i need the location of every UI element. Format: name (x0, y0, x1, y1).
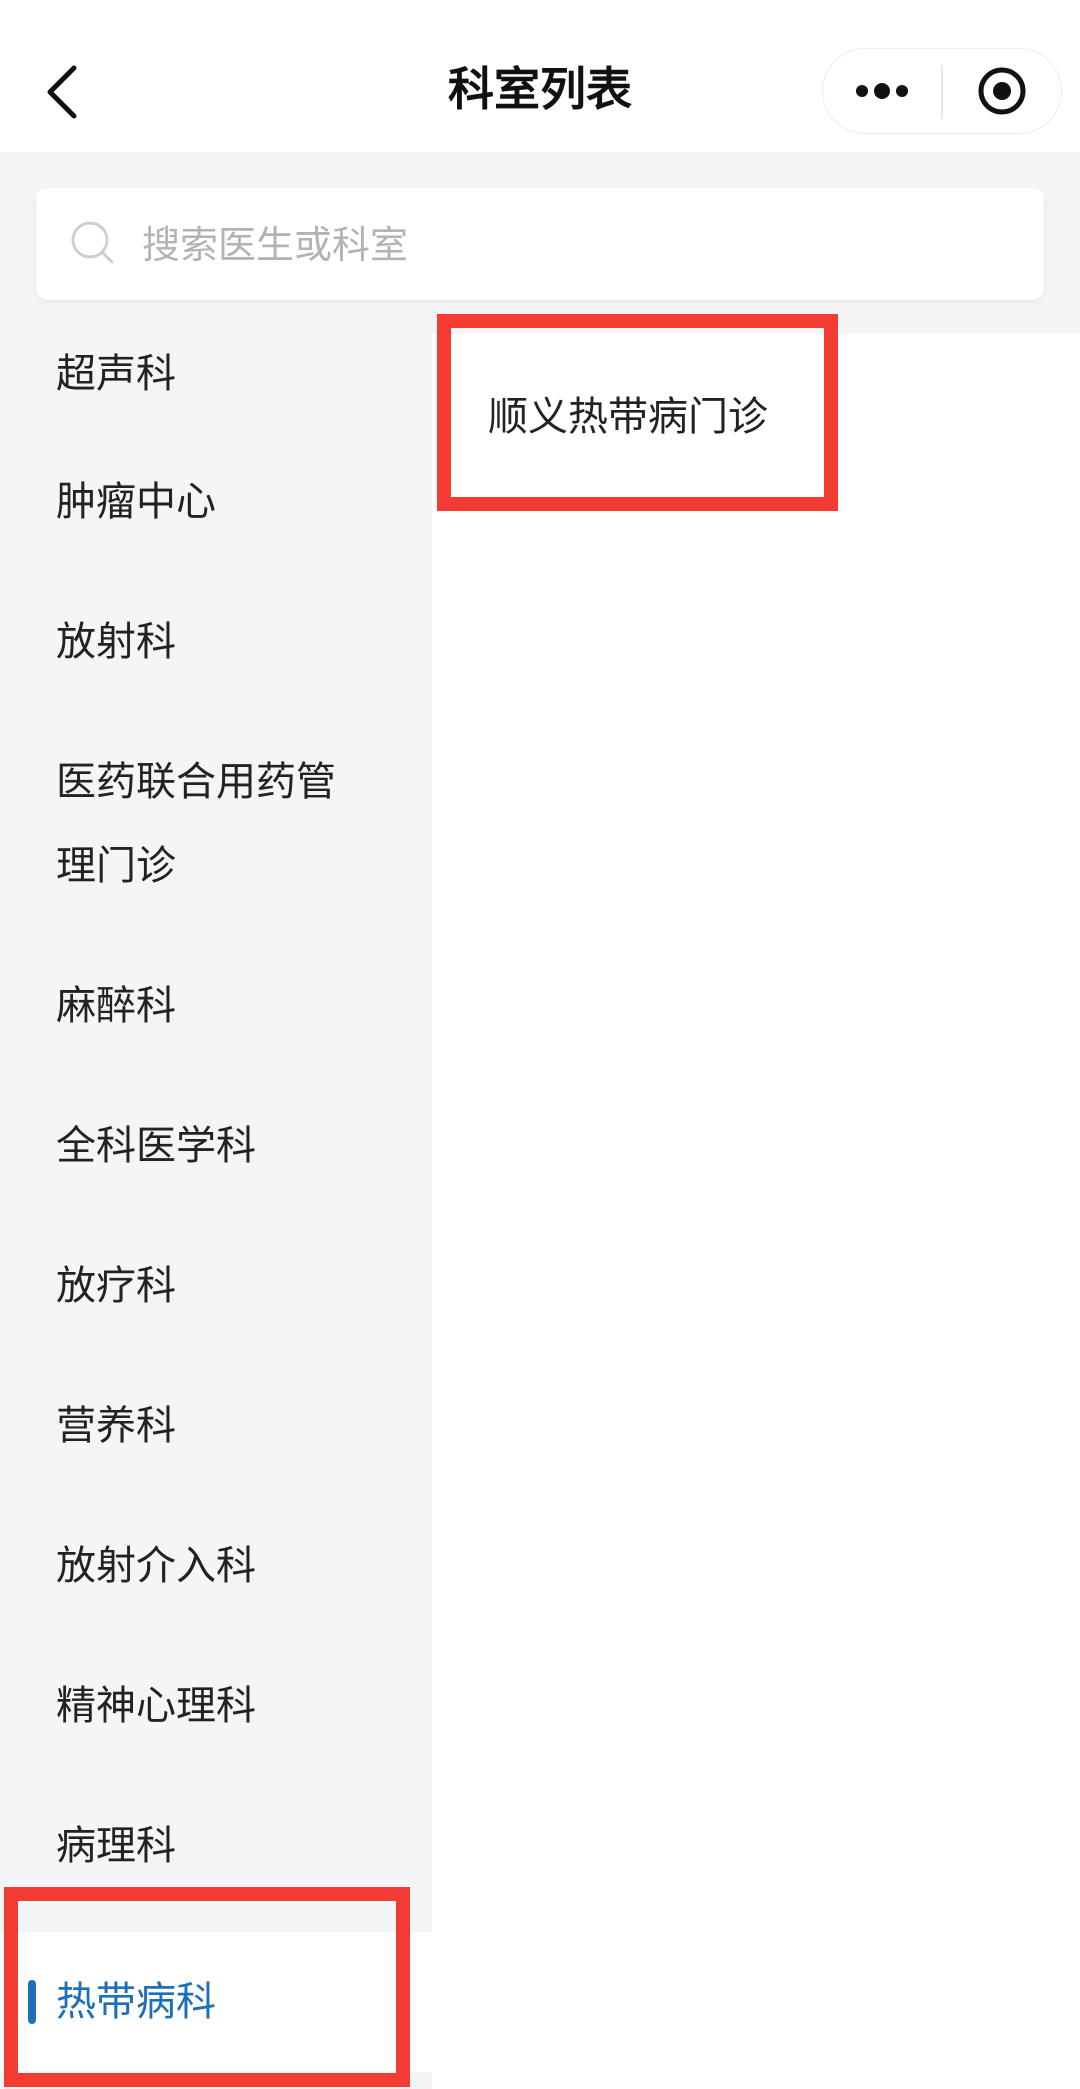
sidebar-item-label: 麻醉科 (56, 983, 176, 1029)
mini-program-capsule (822, 48, 1062, 134)
department-item[interactable]: 顺义热带病门诊 (488, 374, 768, 460)
sidebar-item[interactable]: 营养科 (0, 1356, 432, 1496)
sidebar-item[interactable]: 病理科 (0, 1776, 432, 1916)
more-dots-icon (856, 83, 908, 99)
sidebar-item-label: 肿瘤中心 (56, 479, 216, 525)
sidebar-item[interactable]: 放射介入科 (0, 1496, 432, 1636)
active-indicator (28, 1980, 36, 2024)
sidebar-item-label: 热带病科 (56, 1979, 216, 2025)
department-sidebar: 超声科 肿瘤中心 放射科 医药联合用药管理门诊 麻醉科 全科医学科 放疗科 营养… (0, 334, 432, 2089)
sidebar-item-label: 放疗科 (56, 1263, 176, 1309)
sidebar-item-label: 超声科 (56, 351, 176, 397)
nav-bar: 科室列表 (0, 0, 1080, 152)
sidebar-item[interactable]: 放射科 (0, 572, 432, 712)
sidebar-item-label: 病理科 (56, 1823, 176, 1869)
sidebar-item-label: 放射介入科 (56, 1543, 256, 1589)
search-bar[interactable] (36, 188, 1044, 302)
sidebar-item-active[interactable]: 热带病科 (0, 1932, 432, 2072)
search-icon (71, 221, 114, 264)
search-input[interactable] (140, 188, 1024, 302)
sidebar-item[interactable]: 超声科 (0, 334, 432, 414)
sidebar-item[interactable]: 放疗科 (0, 1216, 432, 1356)
sidebar-item[interactable]: 肿瘤中心 (0, 432, 432, 572)
sidebar-item[interactable]: 精神心理科 (0, 1636, 432, 1776)
more-button[interactable] (823, 49, 941, 133)
sidebar-item-label: 医药联合用药管理门诊 (56, 759, 336, 889)
close-button[interactable] (943, 49, 1061, 133)
search-area (0, 152, 1080, 334)
department-list: 顺义热带病门诊 (432, 334, 1080, 2089)
sidebar-item-label: 全科医学科 (56, 1123, 256, 1169)
sidebar-item[interactable]: 全科医学科 (0, 1076, 432, 1216)
sidebar-item[interactable]: 麻醉科 (0, 936, 432, 1076)
sidebar-item-label: 放射科 (56, 619, 176, 665)
sidebar-item-label: 精神心理科 (56, 1683, 256, 1729)
sidebar-item[interactable]: 医药联合用药管理门诊 (0, 712, 432, 936)
sidebar-item-label: 营养科 (56, 1403, 176, 1449)
target-close-icon (978, 67, 1026, 115)
